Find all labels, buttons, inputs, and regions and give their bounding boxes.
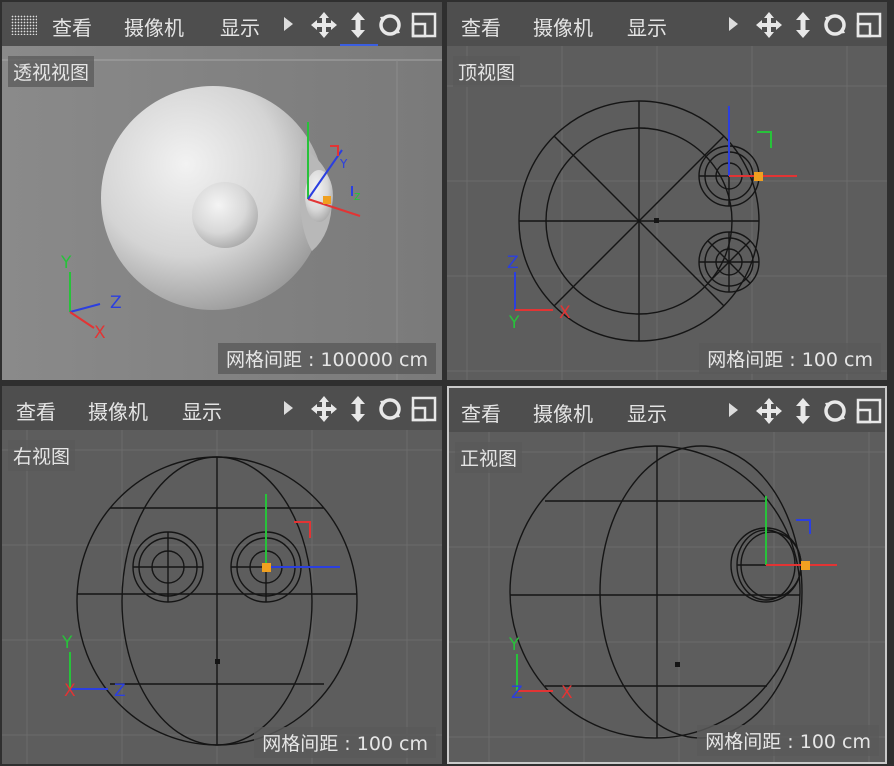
- viewport-title: 顶视图: [453, 56, 521, 87]
- axis-z-label: Z: [507, 253, 519, 273]
- axis-z-label: Z: [110, 293, 122, 313]
- menu-display[interactable]: 显示: [627, 12, 667, 41]
- svg-text:Y: Y: [339, 157, 348, 171]
- viewport-canvas[interactable]: Y z Y Z X 透视视图 网格间距 : 100000 cm: [2, 46, 442, 380]
- grid-spacing: 网格间距 : 100 cm: [699, 343, 881, 374]
- axis-x-label: X: [559, 303, 571, 323]
- more-menu-icon[interactable]: [729, 17, 738, 31]
- maximize-view-icon[interactable]: [410, 11, 438, 39]
- maximize-view-icon[interactable]: [855, 11, 883, 39]
- rotate-view-icon[interactable]: [376, 395, 404, 423]
- menu-display[interactable]: 显示: [182, 396, 222, 425]
- viewport-canvas[interactable]: Y X Z 右视图 网格间距 : 100 cm: [2, 430, 442, 764]
- menu-display[interactable]: 显示: [220, 12, 260, 41]
- menu-camera[interactable]: 摄像机: [533, 398, 593, 427]
- rotate-view-icon[interactable]: [376, 11, 404, 39]
- axis-y-label: Y: [61, 633, 73, 653]
- more-menu-icon[interactable]: [729, 403, 738, 417]
- viewport-canvas[interactable]: Y Z X 正视图 网格间距 : 100 cm: [449, 432, 885, 762]
- nose-sphere: [192, 182, 258, 248]
- viewport-toolbar: 查看 摄像机 显示: [447, 2, 887, 46]
- viewport-canvas[interactable]: Z Y X 顶视图 网格间距 : 100 cm: [447, 46, 887, 380]
- viewport-toolbar: 查看 摄像机 显示: [449, 388, 885, 432]
- axis-z-label: Z: [114, 681, 126, 701]
- more-menu-icon[interactable]: [284, 401, 293, 415]
- maximize-view-icon[interactable]: [855, 397, 883, 425]
- right-scene: Y X Z: [2, 430, 442, 764]
- zoom-view-icon[interactable]: [789, 11, 817, 39]
- more-menu-icon[interactable]: [284, 17, 293, 31]
- axis-x-label: X: [64, 681, 76, 701]
- move-view-icon[interactable]: [755, 397, 783, 425]
- axis-y-label: Y: [508, 313, 520, 333]
- axis-z-label: Z: [511, 683, 523, 703]
- axis-x-label: X: [94, 323, 106, 343]
- grid-spacing: 网格间距 : 100 cm: [254, 727, 436, 758]
- front-scene: Y Z X: [449, 432, 885, 762]
- viewport-toolbar: 查看 摄像机 显示: [2, 386, 442, 430]
- top-scene: Z Y X: [447, 46, 887, 380]
- viewport-toolbar: 查看 摄像机 显示: [2, 2, 442, 46]
- viewport-title: 正视图: [455, 442, 523, 473]
- grid-spacing: 网格间距 : 100 cm: [697, 725, 879, 756]
- menu-camera[interactable]: 摄像机: [88, 396, 148, 425]
- panel-menu-icon[interactable]: [11, 15, 37, 35]
- axis-x-label: X: [561, 683, 573, 703]
- menu-camera[interactable]: 摄像机: [124, 12, 184, 41]
- zoom-view-icon[interactable]: [789, 397, 817, 425]
- zoom-view-icon[interactable]: [344, 395, 372, 423]
- viewport-title: 透视视图: [8, 56, 95, 87]
- rotate-view-icon[interactable]: [821, 397, 849, 425]
- menu-view[interactable]: 查看: [16, 396, 56, 425]
- menu-view[interactable]: 查看: [52, 12, 92, 41]
- rotate-view-icon[interactable]: [821, 11, 849, 39]
- move-view-icon[interactable]: [310, 395, 338, 423]
- perspective-scene: Y z Y Z X: [2, 46, 442, 380]
- menu-display[interactable]: 显示: [627, 398, 667, 427]
- viewport-front[interactable]: 查看 摄像机 显示 Y Z X 正视图 网格间距: 100 cm: [447, 386, 887, 764]
- zoom-view-icon[interactable]: [344, 11, 372, 39]
- menu-view[interactable]: 查看: [461, 398, 501, 427]
- viewport-perspective[interactable]: 查看 摄像机 显示 Y z Y Z X 透视视图 网格间距: 100000 c…: [2, 2, 442, 380]
- axis-y-label: Y: [508, 635, 520, 655]
- grid-spacing: 网格间距 : 100000 cm: [217, 343, 436, 374]
- axis-y-label: Y: [60, 253, 72, 273]
- viewport-title: 右视图: [8, 440, 76, 471]
- move-view-icon[interactable]: [310, 11, 338, 39]
- viewport-top[interactable]: 查看 摄像机 显示 Z Y X 顶视图 网格间距: 100 cm: [447, 2, 887, 380]
- menu-view[interactable]: 查看: [461, 12, 501, 41]
- move-view-icon[interactable]: [755, 11, 783, 39]
- menu-camera[interactable]: 摄像机: [533, 12, 593, 41]
- svg-text:z: z: [354, 189, 360, 203]
- viewport-right[interactable]: 查看 摄像机 显示 Y X Z 右视图 网格间距: 100 cm: [2, 386, 442, 764]
- maximize-view-icon[interactable]: [410, 395, 438, 423]
